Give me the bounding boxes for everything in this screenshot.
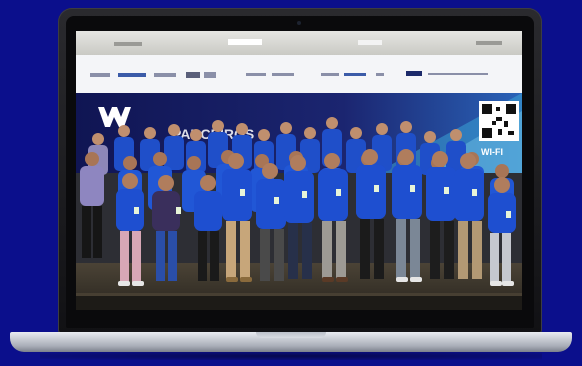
webcam-icon bbox=[297, 21, 301, 25]
group-photo-icon: PARCEIROS WI-FI bbox=[76, 31, 522, 310]
ceiling-light bbox=[228, 39, 262, 45]
laptop-shadow bbox=[40, 352, 542, 360]
laptop-trackpad-notch bbox=[256, 332, 326, 338]
wifi-label: WI-FI bbox=[481, 147, 503, 157]
laptop-screen: PARCEIROS WI-FI bbox=[76, 31, 522, 310]
